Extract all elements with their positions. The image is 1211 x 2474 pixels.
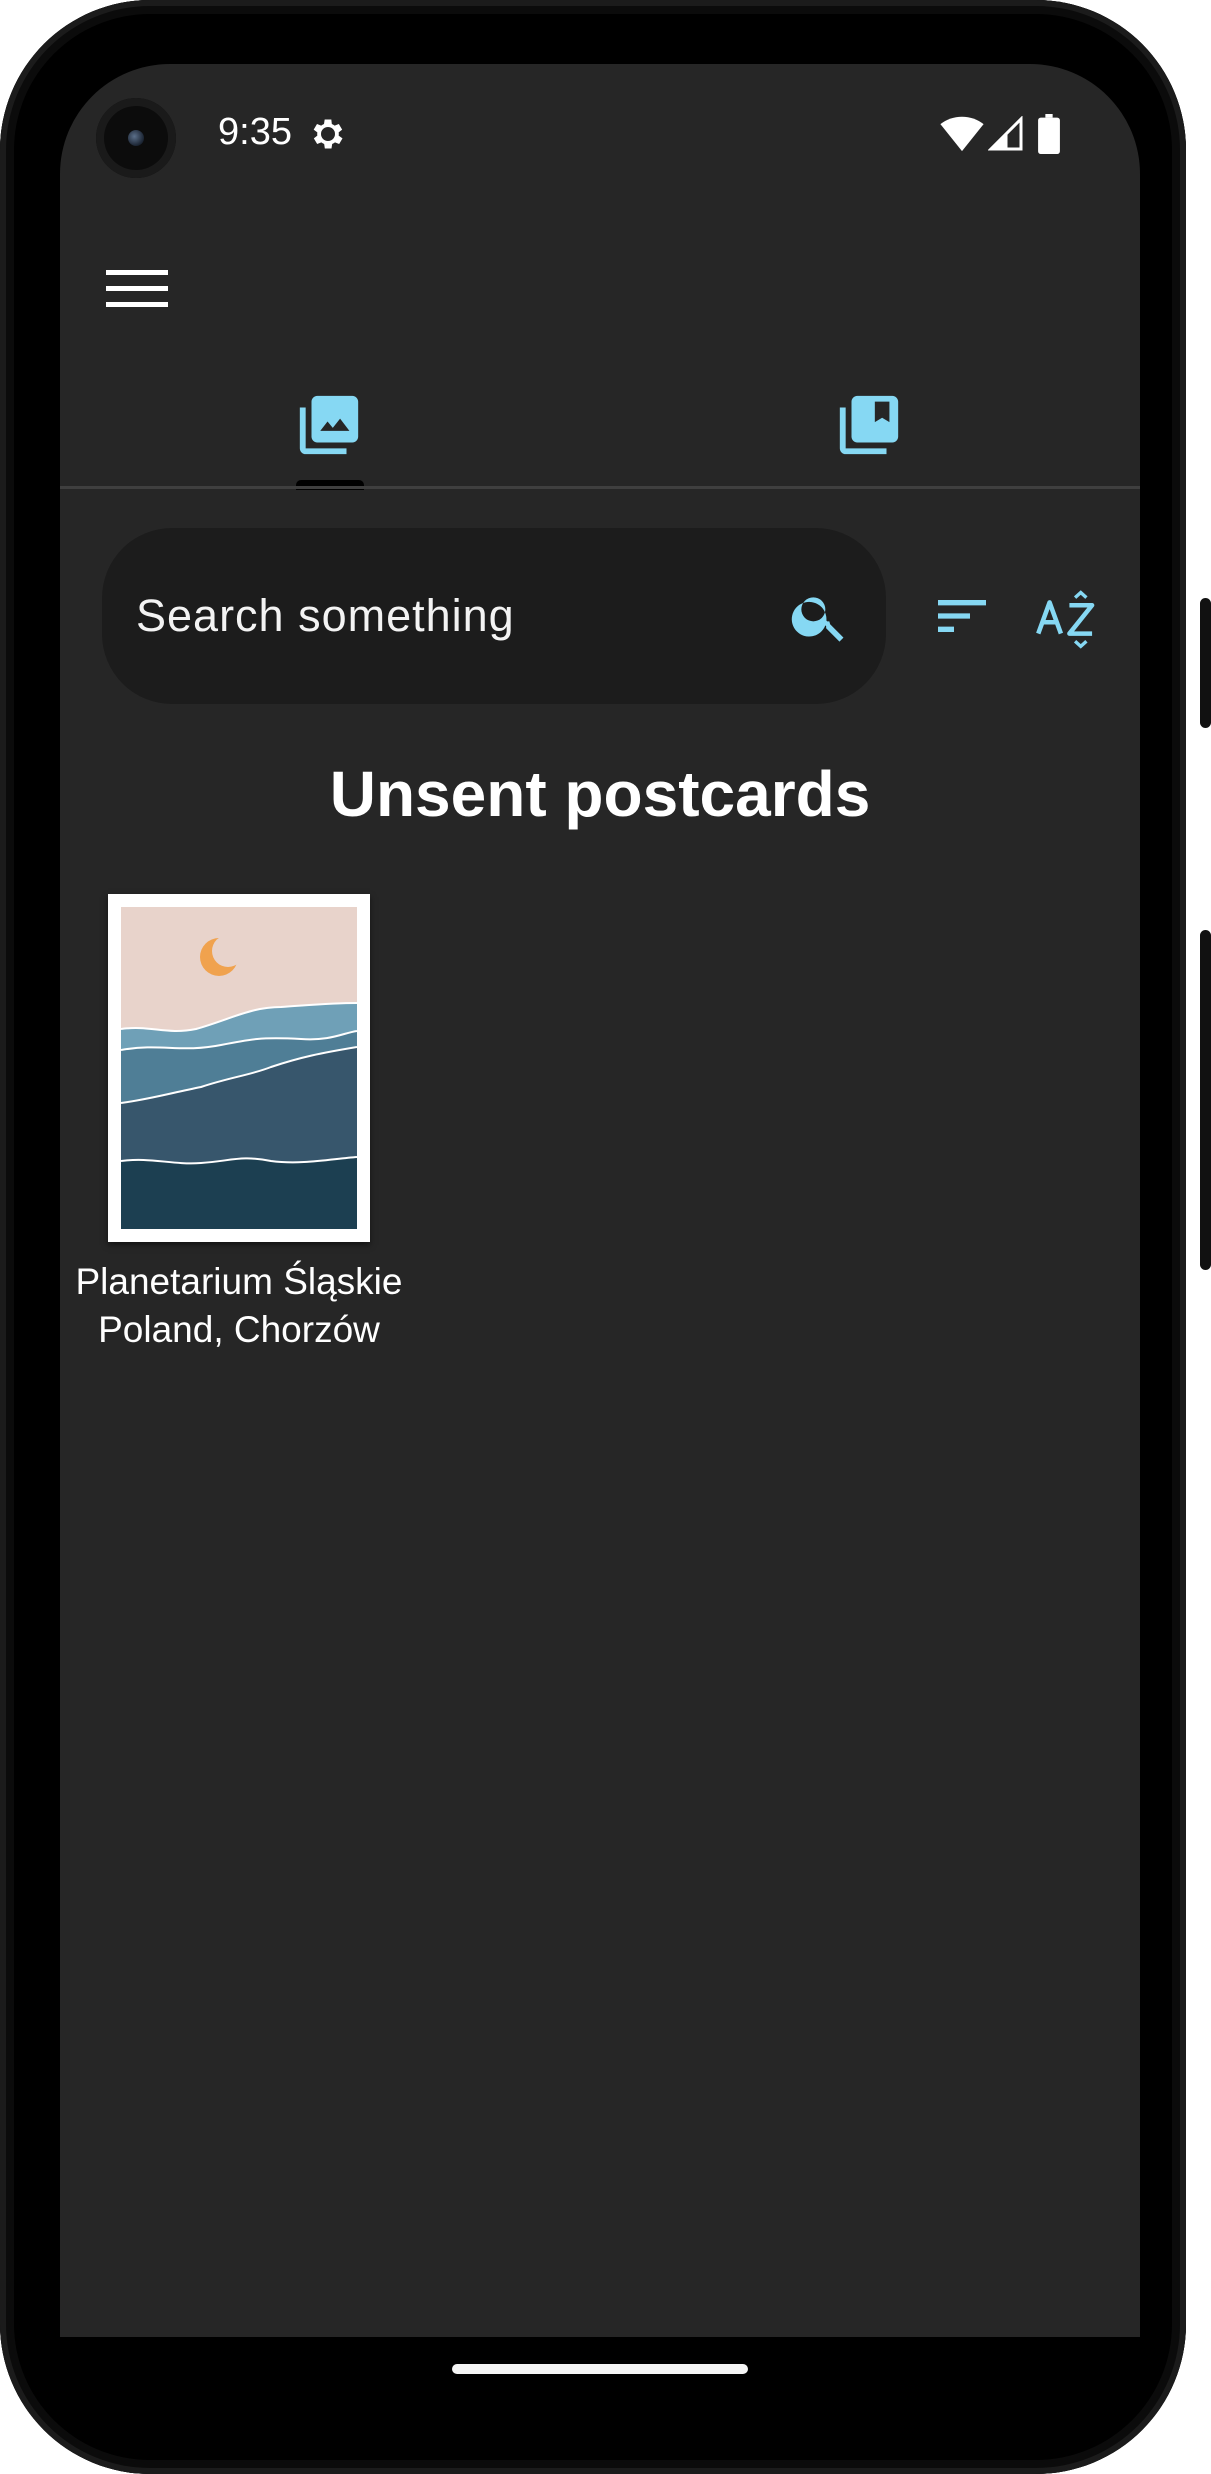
postcard-thumbnail[interactable] bbox=[108, 894, 370, 1242]
postcard-title: Planetarium Śląskie bbox=[75, 1261, 403, 1302]
hamburger-menu-icon[interactable] bbox=[100, 250, 180, 330]
front-camera bbox=[96, 98, 176, 178]
settings-gear-icon bbox=[313, 119, 343, 149]
photo-library-icon bbox=[299, 395, 359, 455]
home-gesture-bar[interactable] bbox=[452, 2364, 748, 2374]
volume-button bbox=[1200, 930, 1211, 1270]
app-screen: 9:35 Search something Unsent postcards P… bbox=[60, 64, 1140, 2337]
phone-frame: 9:35 Search something Unsent postcards P… bbox=[0, 0, 1211, 2474]
tab-sent-postcards[interactable] bbox=[600, 364, 1140, 489]
sort-az-icon[interactable] bbox=[1034, 584, 1102, 652]
power-button bbox=[1200, 598, 1211, 728]
postcard-illustration bbox=[121, 907, 357, 1229]
postcard-caption: Planetarium Śląskie Poland, Chorzów bbox=[60, 1258, 418, 1354]
wifi-icon bbox=[940, 116, 984, 152]
battery-icon bbox=[1038, 114, 1060, 154]
search-field[interactable]: Search something bbox=[102, 528, 886, 704]
sort-lines-icon[interactable] bbox=[930, 584, 994, 648]
bookmark-library-icon bbox=[839, 395, 899, 455]
tab-unsent-postcards[interactable] bbox=[60, 364, 600, 489]
status-time: 9:35 bbox=[218, 111, 292, 153]
cell-signal-icon bbox=[988, 116, 1023, 151]
postcard-location: Poland, Chorzów bbox=[98, 1309, 380, 1350]
search-icon[interactable] bbox=[788, 584, 852, 648]
page-title: Unsent postcards bbox=[329, 758, 871, 830]
tab-divider bbox=[60, 486, 1140, 489]
search-placeholder: Search something bbox=[136, 590, 515, 641]
